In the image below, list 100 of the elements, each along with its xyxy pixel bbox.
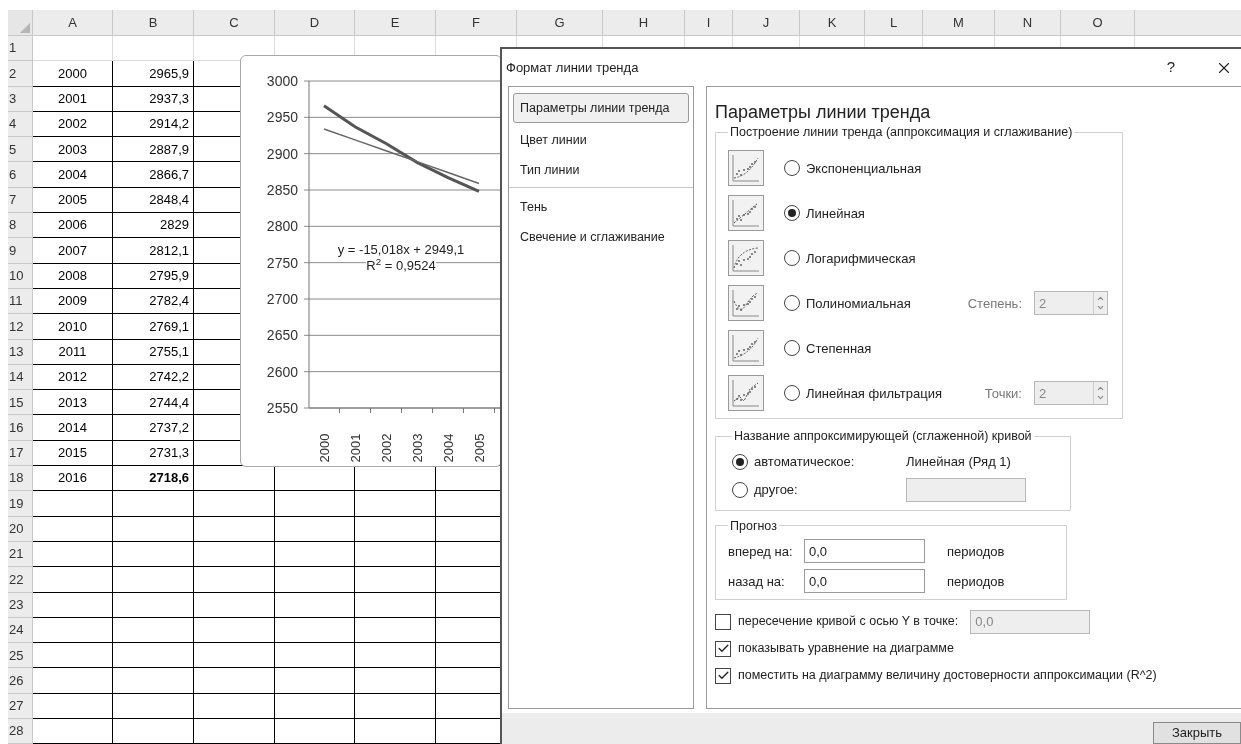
row-header[interactable]: 18 <box>8 466 33 492</box>
table-cell: 2812,1 <box>113 238 194 264</box>
column-header[interactable]: G <box>517 10 603 36</box>
row-header[interactable]: 23 <box>8 592 33 618</box>
checkbox[interactable] <box>715 640 731 657</box>
table-cell: 2005 <box>33 187 113 214</box>
row-header[interactable]: 5 <box>8 137 33 163</box>
help-button[interactable]: ? <box>1162 56 1179 79</box>
option-label[interactable]: Полиномиальная <box>806 293 911 313</box>
radio-button[interactable] <box>732 481 748 498</box>
table-cell: 2009 <box>33 288 113 315</box>
column-header[interactable]: B <box>113 10 194 36</box>
table-cell: 2737,2 <box>113 415 194 441</box>
row-header[interactable]: 17 <box>8 440 33 467</box>
table-cell: 2008 <box>33 263 113 289</box>
checkbox[interactable] <box>715 667 731 684</box>
row-header[interactable]: 11 <box>8 288 33 315</box>
row-header[interactable]: 2 <box>8 61 33 87</box>
row-header[interactable]: 21 <box>8 541 33 568</box>
checkbox-label[interactable]: поместить на диаграмму величину достоверности аппроксимации (R^2) <box>738 666 1157 686</box>
row-header[interactable]: 19 <box>8 491 33 517</box>
row-header[interactable]: 24 <box>8 617 33 644</box>
column-header[interactable]: C <box>194 10 275 36</box>
unit-label: периодов <box>947 572 1005 591</box>
table-cell: 2755,1 <box>113 339 194 365</box>
column-header[interactable]: K <box>800 10 865 36</box>
column-header[interactable]: N <box>995 10 1061 36</box>
x-tick-label: 2002 <box>379 433 394 463</box>
nav-item[interactable]: Тень <box>513 192 689 222</box>
column-header[interactable]: I <box>685 10 733 36</box>
option-label[interactable]: Линейная <box>806 203 865 223</box>
row-header[interactable]: 8 <box>8 213 33 239</box>
option-label[interactable]: другое: <box>754 479 906 500</box>
row-header[interactable]: 25 <box>8 643 33 669</box>
row-header[interactable]: 15 <box>8 390 33 416</box>
table-cell: 2744,4 <box>113 390 194 416</box>
radio-button[interactable] <box>784 160 800 177</box>
trendline-type-icon <box>728 330 764 367</box>
table-cell: 2016 <box>33 466 113 492</box>
radio-button[interactable] <box>784 205 800 222</box>
option-label[interactable]: автоматическое: <box>754 451 906 472</box>
column-header[interactable]: J <box>733 10 800 36</box>
radio-button[interactable] <box>732 453 748 470</box>
radio-button[interactable] <box>784 295 800 312</box>
x-tick-label: 2005 <box>472 433 487 463</box>
column-header[interactable]: O <box>1061 10 1135 36</box>
column-header[interactable]: D <box>275 10 355 36</box>
table-cell: 2937,3 <box>113 86 194 112</box>
row-header[interactable]: 14 <box>8 364 33 391</box>
chart[interactable]: 2550 2600 2650 2700 2750 2800 2850 2900 2950 3000 2000 2001 2002 2003 2004 2005 y = -15,018x + 2949,1 R$^{2}$ = 0,9524 <box>240 55 502 467</box>
row-header[interactable]: 26 <box>8 668 33 694</box>
y-tick-label: 2800 <box>266 218 298 235</box>
column-header[interactable]: F <box>436 10 517 36</box>
row-header[interactable]: 3 <box>8 86 33 112</box>
checkbox-label[interactable]: показывать уравнение на диаграмме <box>738 639 954 659</box>
radio-button[interactable] <box>784 250 800 267</box>
row-header[interactable]: 20 <box>8 516 33 542</box>
table-cell: 2001 <box>33 86 113 112</box>
column-header[interactable]: L <box>865 10 923 36</box>
table-cell: 2003 <box>33 137 113 163</box>
row-header[interactable]: 4 <box>8 111 33 138</box>
row-header[interactable]: 13 <box>8 339 33 365</box>
row-header[interactable]: 1 <box>8 36 33 62</box>
row-header[interactable]: 9 <box>8 238 33 264</box>
column-header[interactable]: A <box>33 10 113 36</box>
table-cell: 2012 <box>33 364 113 391</box>
row-header[interactable]: 7 <box>8 187 33 214</box>
nav-item[interactable]: Тип линии <box>513 155 689 185</box>
checkbox-label[interactable]: пересечение кривой с осью Y в точке: <box>738 612 959 632</box>
row-header[interactable]: 12 <box>8 314 33 340</box>
column-header[interactable]: M <box>923 10 995 36</box>
option-label[interactable]: Экспоненциальная <box>806 158 922 178</box>
column-header[interactable]: E <box>355 10 436 36</box>
row-header[interactable]: 28 <box>8 719 33 744</box>
nav-item[interactable]: Цвет линии <box>513 125 689 155</box>
row-header[interactable]: 27 <box>8 693 33 719</box>
table-cell: 2914,2 <box>113 111 194 138</box>
y-tick-label: 2600 <box>266 363 298 380</box>
row-header[interactable]: 22 <box>8 567 33 593</box>
option-label[interactable]: Логарифмическая <box>806 248 916 268</box>
nav-item[interactable]: Свечение и сглаживание <box>513 222 689 252</box>
input-field[interactable]: 0,0 <box>804 569 925 594</box>
table-cell: 2795,9 <box>113 263 194 289</box>
option-label[interactable]: Степенная <box>806 338 872 358</box>
row-header[interactable]: 10 <box>8 263 33 289</box>
triangle-icon <box>20 23 30 33</box>
checkbox[interactable] <box>715 613 731 630</box>
radio-button[interactable] <box>784 385 800 402</box>
table-cell: 2866,7 <box>113 162 194 188</box>
table-cell: 2007 <box>33 238 113 264</box>
radio-button[interactable] <box>784 340 800 357</box>
row-header[interactable]: 6 <box>8 162 33 188</box>
table-cell: 2731,3 <box>113 440 194 467</box>
column-header[interactable]: H <box>603 10 685 36</box>
input-field[interactable]: 0,0 <box>804 539 925 564</box>
row-header[interactable]: 16 <box>8 415 33 441</box>
option-label[interactable]: Линейная фильтрация <box>806 383 942 403</box>
close-button[interactable]: Закрыть <box>1153 722 1241 744</box>
nav-item[interactable]: Параметры линии тренда <box>513 93 689 123</box>
table-cell: 2000 <box>33 61 113 87</box>
